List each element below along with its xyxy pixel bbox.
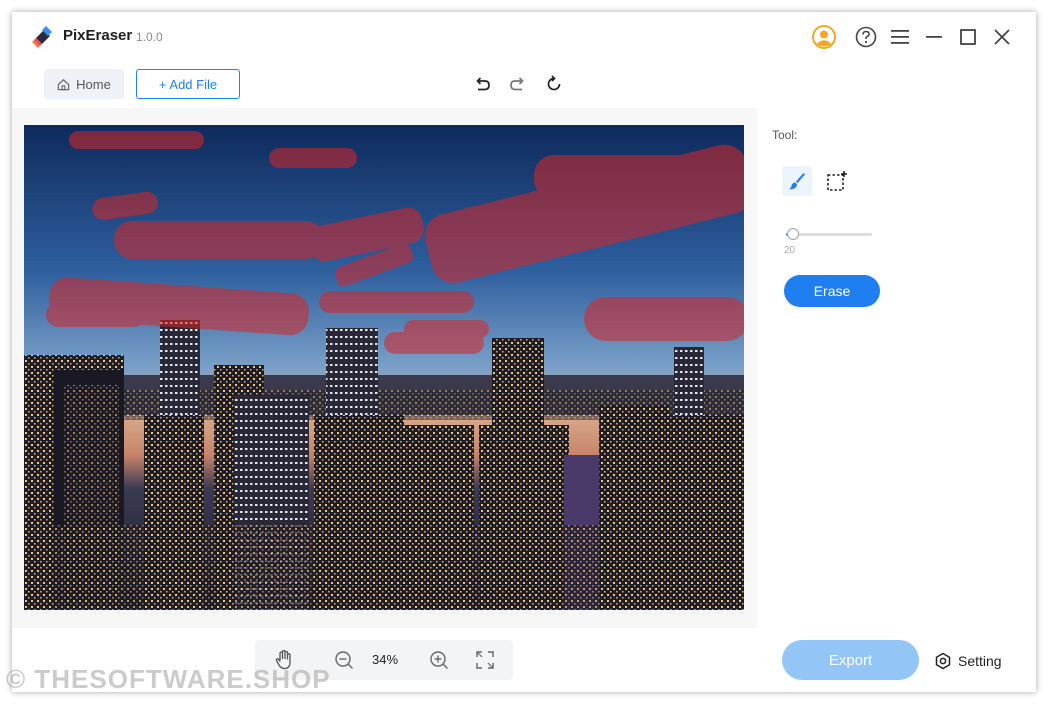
rect-select-tool-button[interactable] xyxy=(822,166,852,196)
rect-select-icon xyxy=(827,171,847,191)
zoom-value: 34% xyxy=(371,652,399,667)
slider-thumb[interactable] xyxy=(786,228,799,240)
reset-icon[interactable] xyxy=(542,72,566,96)
erase-button[interactable]: Erase xyxy=(784,275,880,307)
watermark: © THESOFTWARE.SHOP xyxy=(6,664,331,694)
undo-icon[interactable] xyxy=(470,72,494,96)
minimize-icon[interactable] xyxy=(921,24,947,50)
app-window: PixEraser 1.0.0 Home + Add File Tool: 20… xyxy=(12,12,1036,692)
user-icon[interactable] xyxy=(811,24,837,50)
setting-label: Setting xyxy=(958,653,1002,669)
brush-size-value: 20 xyxy=(784,245,796,256)
setting-button[interactable]: Setting xyxy=(934,649,1002,673)
home-icon xyxy=(57,78,70,90)
close-icon[interactable] xyxy=(989,24,1015,50)
brush-size-slider[interactable] xyxy=(786,228,872,240)
home-button[interactable]: Home xyxy=(44,69,124,99)
add-file-button[interactable]: + Add File xyxy=(136,69,240,99)
menu-icon[interactable] xyxy=(887,24,913,50)
zoom-out-icon[interactable] xyxy=(332,648,356,672)
redo-icon[interactable] xyxy=(506,72,530,96)
brush-icon xyxy=(789,173,805,190)
gear-icon xyxy=(935,652,951,670)
home-label: Home xyxy=(76,76,111,92)
title-bar: PixEraser 1.0.0 xyxy=(12,12,1036,60)
brush-tool-button[interactable] xyxy=(782,166,812,196)
export-button[interactable]: Export xyxy=(782,640,919,680)
help-icon[interactable] xyxy=(853,24,879,50)
app-name: PixEraser xyxy=(63,27,133,44)
fit-screen-icon[interactable] xyxy=(473,648,497,672)
app-version: 1.0.0 xyxy=(136,30,163,44)
page: PixEraser 1.0.0 Home + Add File Tool: 20… xyxy=(0,0,1048,704)
zoom-in-icon[interactable] xyxy=(427,648,451,672)
tool-label: Tool: xyxy=(772,128,798,142)
maximize-icon[interactable] xyxy=(955,24,981,50)
app-logo-icon xyxy=(32,26,52,48)
canvas-area xyxy=(12,108,757,628)
photo-canvas[interactable] xyxy=(24,125,744,610)
